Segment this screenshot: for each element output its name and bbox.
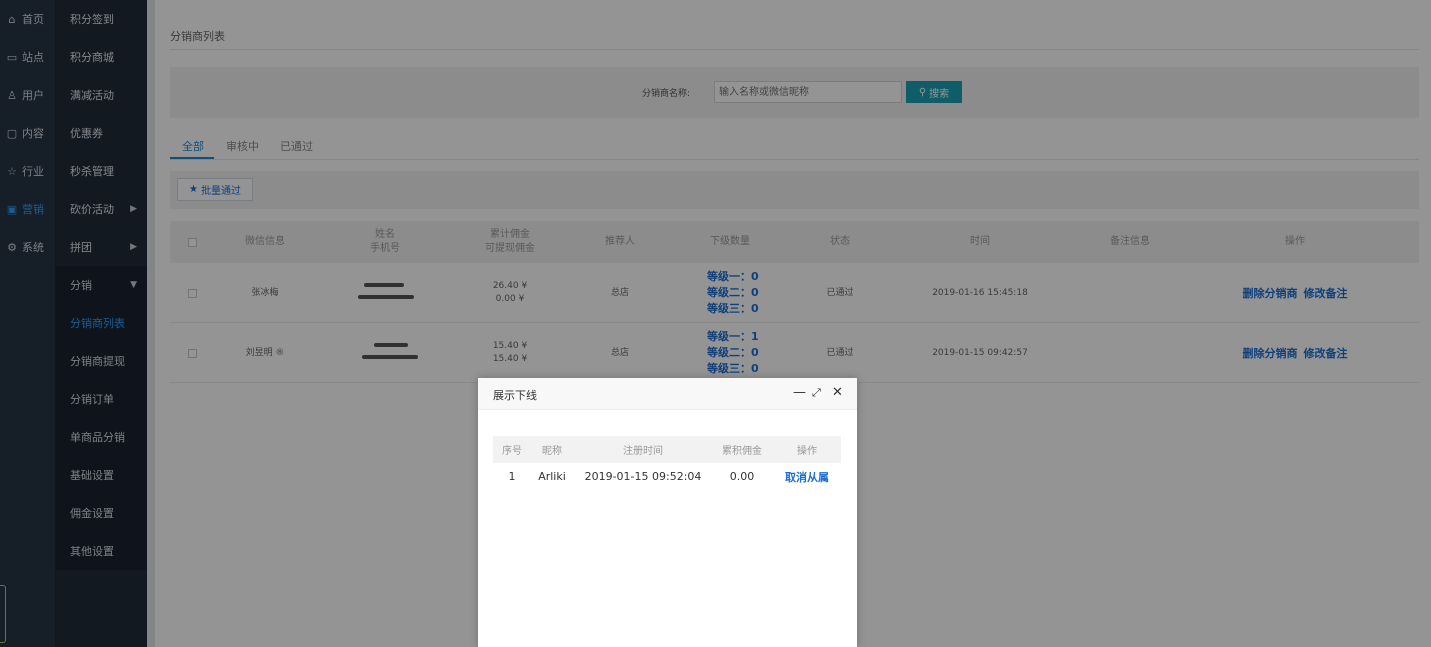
modal-header: 展示下线 — ⤢ ✕ [478, 378, 857, 410]
maximize-icon[interactable]: ⤢ [812, 386, 821, 400]
close-icon[interactable]: ✕ [832, 386, 843, 400]
cell-nick: Arliki [538, 470, 566, 483]
cell-reg-time: 2019-01-15 09:52:04 [584, 470, 702, 483]
minimize-icon[interactable]: — [793, 386, 806, 400]
downline-modal: 展示下线 — ⤢ ✕ 序号 昵称 注册时间 累积佣金 操作 1 Arliki 2… [478, 378, 857, 647]
downline-table-header: 序号 昵称 注册时间 累积佣金 操作 [493, 436, 841, 463]
downline-row: 1 Arliki 2019-01-15 09:52:04 0.00 取消从属 [493, 463, 841, 490]
col-commission: 累积佣金 [722, 446, 762, 457]
col-ops: 操作 [797, 446, 817, 457]
cell-seq: 1 [508, 470, 516, 483]
col-seq: 序号 [502, 446, 522, 457]
modal-title: 展示下线 [493, 389, 537, 402]
col-nick: 昵称 [542, 446, 562, 457]
cancel-affiliation-link[interactable]: 取消从属 [777, 463, 837, 490]
downline-table: 序号 昵称 注册时间 累积佣金 操作 1 Arliki 2019-01-15 0… [493, 436, 841, 490]
cell-commission: 0.00 [729, 470, 755, 483]
col-reg-time: 注册时间 [623, 446, 663, 457]
